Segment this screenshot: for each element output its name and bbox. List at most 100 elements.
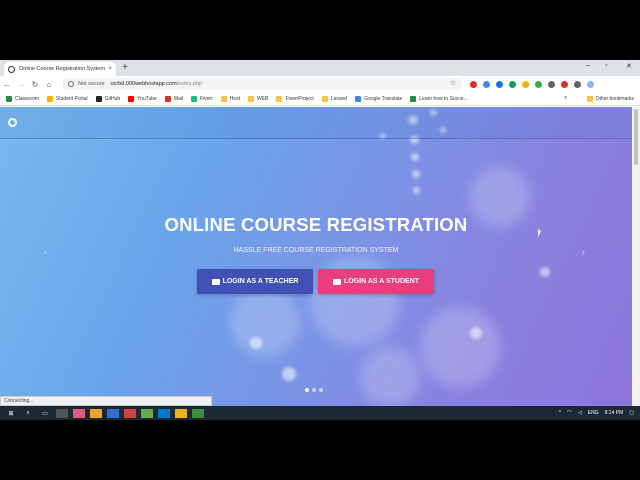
bookmark-star-icon[interactable]: ☆ [450, 79, 456, 87]
page-scrollbar[interactable] [632, 107, 640, 406]
screen: Online Course Registration System × + – … [0, 60, 640, 420]
bookmark-item[interactable]: GitHub [95, 95, 120, 102]
clock[interactable]: 9:14 PM [605, 410, 624, 416]
bookmark-item[interactable]: Laravel [321, 95, 348, 102]
brand-logo-icon[interactable] [8, 118, 17, 127]
extension-icon[interactable] [574, 81, 581, 88]
app-icon[interactable] [141, 408, 153, 418]
more-bookmarks-button[interactable]: » [564, 95, 567, 101]
extension-icon[interactable] [535, 81, 542, 88]
task-view-icon[interactable]: ▭ [39, 409, 51, 418]
extension-icon[interactable] [548, 81, 555, 88]
bokeh-light [540, 267, 550, 277]
bookmark-item[interactable]: Classroom [6, 95, 39, 102]
windows-start-icon[interactable]: ⊞ [5, 409, 17, 418]
new-tab-button[interactable]: + [122, 62, 128, 74]
bookmark-favicon-icon [248, 95, 255, 102]
login-teacher-button[interactable]: LOGIN AS A TEACHER [197, 269, 313, 294]
bokeh-light [412, 170, 420, 178]
notifications-icon[interactable]: ▢ [629, 410, 634, 416]
extension-icon[interactable] [561, 81, 568, 88]
bookmark-item[interactable]: Host [220, 95, 240, 102]
bookmark-label: YouTube [137, 95, 157, 102]
extension-icon[interactable] [496, 81, 503, 88]
network-icon[interactable]: ⌒ [567, 410, 572, 417]
app-icon[interactable] [56, 408, 68, 418]
bookmark-favicon-icon [6, 95, 12, 102]
file-explorer-icon[interactable] [175, 408, 187, 418]
forward-button[interactable]: → [14, 80, 28, 89]
scrollbar-thumb[interactable] [634, 109, 638, 165]
browser-tab[interactable]: Online Course Registration System × [4, 62, 116, 76]
bookmark-label: FiverrProject [285, 95, 314, 102]
carousel-dot[interactable] [305, 388, 309, 392]
browser-toolbar: ← → ↻ ⌂ Not secure ocrbd.000webhostapp.c… [0, 76, 640, 92]
address-bar[interactable]: Not secure ocrbd.000webhostapp.com/index… [62, 78, 462, 90]
hero-subtitle: HASSLE FREE COURSE REGISTRATION SYSTEM [233, 247, 399, 254]
site-navbar [0, 107, 632, 139]
mouse-cursor-icon [538, 229, 541, 237]
login-student-label: LOGIN AS A STUDENT [343, 278, 420, 285]
bookmark-item[interactable]: Fiverr [190, 95, 213, 102]
bookmark-label: Fiverr [199, 95, 213, 102]
bookmark-label: Student Portal [55, 95, 88, 102]
bookmark-label: Google Translate [364, 95, 403, 102]
carousel-indicators [305, 388, 326, 392]
reload-button[interactable]: ↻ [28, 80, 42, 89]
app-icon[interactable] [90, 408, 102, 418]
bookmark-item[interactable]: Mail [164, 95, 183, 102]
extension-icon[interactable] [470, 81, 477, 88]
bokeh-light [250, 337, 262, 349]
carousel-dot[interactable] [312, 388, 316, 392]
app-icon[interactable] [73, 408, 85, 418]
vscode-icon[interactable] [158, 408, 170, 418]
bookmark-label: Laravel [330, 95, 348, 102]
bookmark-label: Classroom [15, 95, 39, 102]
bookmark-item[interactable]: WEB [248, 95, 268, 102]
search-icon[interactable]: ⌕ [22, 409, 34, 418]
extension-icon[interactable] [509, 81, 516, 88]
extension-icon[interactable] [587, 81, 594, 88]
maximize-button[interactable]: ▫ [605, 62, 607, 69]
bookmark-item[interactable]: Learn how to Succe... [410, 95, 468, 102]
site-info-icon[interactable] [68, 81, 74, 87]
home-button[interactable]: ⌂ [42, 80, 56, 89]
bookmark-item[interactable]: Google Translate [355, 95, 403, 102]
login-student-button[interactable]: LOGIN AS A STUDENT [318, 269, 434, 294]
bookmark-item[interactable]: FiverrProject [276, 95, 314, 102]
chrome-icon[interactable] [192, 408, 204, 418]
bokeh-light [413, 187, 420, 194]
bookmark-favicon-icon [46, 95, 53, 102]
volume-icon[interactable]: ◁ [578, 410, 582, 416]
extension-icon[interactable] [522, 81, 529, 88]
close-window-button[interactable]: ✕ [626, 62, 632, 70]
language-indicator[interactable]: ENG [588, 410, 599, 416]
tab-title: Online Course Registration System [19, 66, 105, 72]
bokeh-light [411, 153, 419, 161]
bookmark-list: Classroom Student Portal GitHub YouTube Mail… [6, 95, 476, 102]
app-icon[interactable] [107, 408, 119, 418]
other-bookmarks[interactable]: Other bookmarks [586, 96, 634, 102]
tab-strip: Online Course Registration System × + – … [0, 60, 640, 76]
system-tray: ^ ⌒ ◁ ENG 9:14 PM ▢ [559, 406, 640, 420]
carousel-dot[interactable] [319, 388, 323, 392]
back-button[interactable]: ← [0, 80, 14, 89]
bookmark-item[interactable]: Student Portal [46, 95, 88, 102]
bokeh-light [360, 347, 420, 406]
login-teacher-label: LOGIN AS A TEACHER [222, 278, 299, 285]
bookmark-item[interactable]: YouTube [128, 95, 157, 102]
url-path: /index.php [176, 81, 203, 87]
bookmark-favicon-icon [164, 95, 171, 102]
tray-up-icon[interactable]: ^ [559, 410, 561, 416]
id-card-icon [211, 278, 220, 285]
carousel-next-icon[interactable]: › [582, 247, 585, 257]
url-host: ocrbd.000webhostapp.com [110, 81, 177, 87]
app-icon[interactable] [124, 408, 136, 418]
tab-close-icon[interactable]: × [108, 66, 112, 72]
minimize-button[interactable]: – [586, 62, 590, 69]
extension-icon[interactable] [483, 81, 490, 88]
security-label: Not secure [78, 81, 105, 87]
bookmark-favicon-icon [276, 95, 283, 102]
bokeh-light [420, 307, 500, 387]
carousel-prev-icon[interactable]: ‹ [44, 247, 47, 257]
